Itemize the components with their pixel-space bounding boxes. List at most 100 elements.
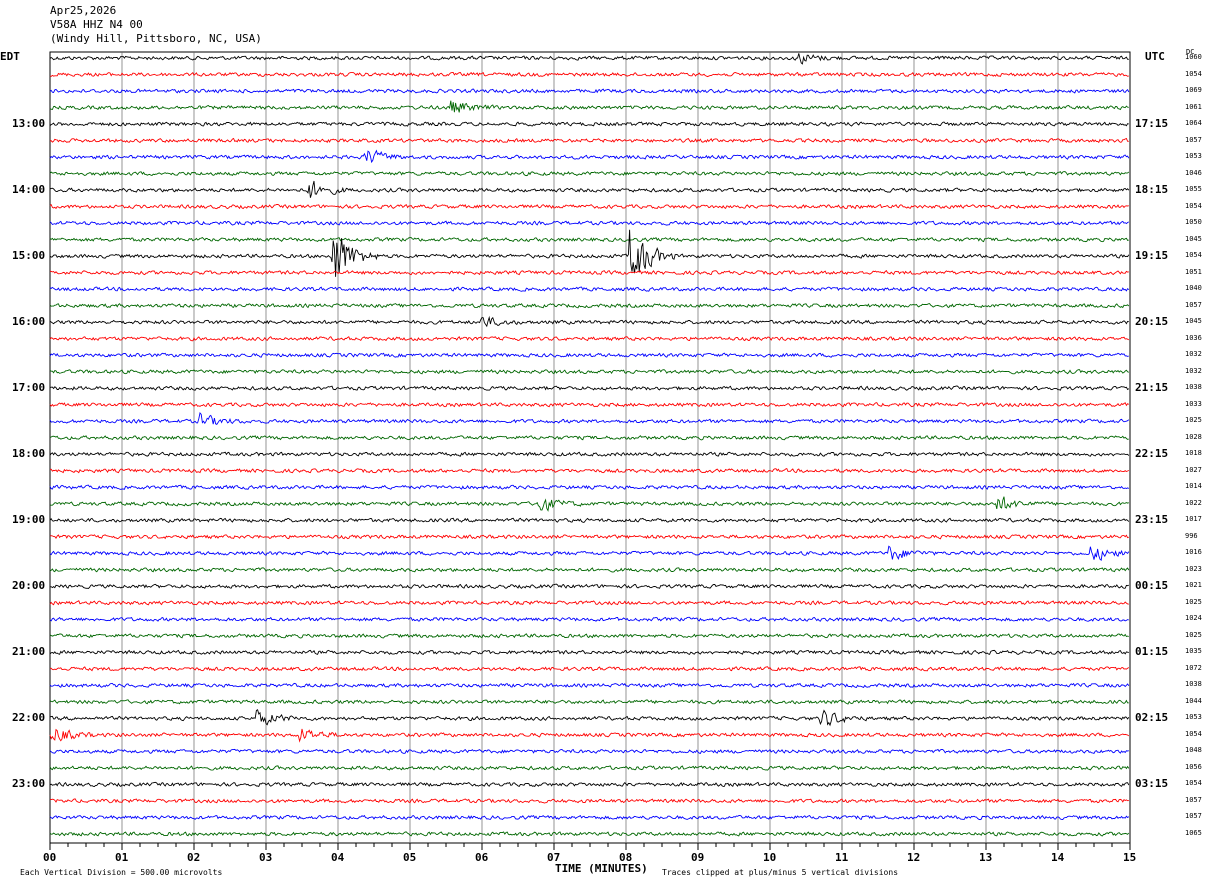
x-tick-label: 04 [331,851,345,864]
x-tick-label: 12 [907,851,921,864]
trace-40 [49,709,1130,727]
trace-41 [49,728,1130,743]
dc-offset-label: 1051 [1185,267,1202,276]
utc-hour-label: 02:15 [1135,711,1169,725]
trace-28 [49,517,1130,523]
dc-offset-label: 1054 [1185,729,1202,738]
trace-10 [49,220,1130,226]
trace-16 [49,315,1129,328]
utc-hour-label: 01:15 [1135,645,1169,659]
dc-offset-label: 1060 [1185,53,1202,61]
edt-hour-label: 13:00 [12,117,46,131]
dc-offset-label: 1018 [1185,449,1202,458]
dc-offset-label: 1053 [1185,713,1202,722]
trace-3 [49,100,1129,113]
trace-27 [49,496,1129,512]
utc-hour-label: 23:15 [1135,513,1169,527]
trace-24 [49,451,1130,457]
trace-13 [49,270,1129,276]
trace-12 [49,229,1130,277]
trace-11 [49,237,1129,243]
utc-hour-label: 22:15 [1135,447,1169,461]
helicorder: Apr25,2026 V58A HHZ N4 00 (Windy Hill, P… [0,0,1210,886]
trace-36 [49,649,1129,655]
trace-19 [49,369,1129,375]
dc-offset-label: 1024 [1185,614,1202,623]
dc-offset-label: 1038 [1185,383,1202,392]
x-tick-label: 15 [1123,851,1137,864]
dc-offset-label: 1046 [1185,168,1202,177]
dc-offset-label: 1023 [1185,564,1202,573]
dc-offset-label: 1054 [1185,779,1202,788]
trace-37 [49,666,1130,672]
dc-offset-label: 1028 [1185,432,1202,441]
dc-offset-label: 1057 [1185,795,1202,804]
edt-hour-label: 19:00 [12,513,46,527]
trace-5 [49,137,1129,144]
trace-32 [49,583,1129,589]
dc-offset-label: 1025 [1185,597,1202,606]
dc-offset-label: 1057 [1185,812,1202,821]
x-tick-label: 11 [835,851,849,864]
trace-47 [49,831,1130,837]
edt-hour-label: 14:00 [12,183,46,197]
dc-offset-label: 1021 [1185,581,1202,590]
scale-note: Each Vertical Division = 500.00 microvol… [20,868,223,877]
edt-hour-label: 18:00 [12,447,46,461]
trace-7 [49,171,1130,177]
dc-offset-label: 1054 [1185,201,1202,210]
dc-offset-label: 1057 [1185,300,1202,309]
dc-offset-label: 1045 [1185,234,1202,243]
x-tick-label: 10 [763,851,777,864]
trace-8 [49,180,1130,198]
dc-offset-label: 1045 [1185,317,1202,326]
trace-9 [49,203,1129,210]
trace-38 [49,682,1130,689]
trace-44 [49,781,1130,788]
utc-hour-label: 18:15 [1135,183,1169,197]
x-tick-label: 13 [979,851,993,864]
dc-offset-label: 1054 [1185,251,1202,260]
edt-hour-label: 23:00 [12,777,46,791]
dc-offset-label: 1022 [1185,498,1202,507]
trace-15 [49,303,1130,309]
utc-hour-label: 19:15 [1135,249,1169,263]
dc-offset-label: 1035 [1185,647,1202,656]
trace-30 [49,545,1130,562]
edt-hour-label: 16:00 [12,315,46,329]
x-tick-label: 01 [115,851,129,864]
utc-hour-label: 21:15 [1135,381,1169,395]
dc-offset-label: 1057 [1185,135,1202,144]
utc-hour-label: 03:15 [1135,777,1169,791]
dc-offset-label: 1064 [1185,119,1202,128]
trace-20 [49,385,1130,391]
plot-frame [49,51,1131,844]
dc-offset-label: 1017 [1185,515,1202,524]
trace-6 [49,149,1130,164]
x-tick-label: 06 [475,851,489,864]
trace-17 [49,336,1130,342]
dc-offset-label: 1016 [1185,548,1202,557]
edt-hour-label: 21:00 [12,645,46,659]
dc-offset-label: 1025 [1185,416,1202,425]
trace-43 [49,765,1130,771]
trace-4 [49,121,1129,127]
trace-31 [49,567,1130,573]
dc-offset-label: 1014 [1185,482,1202,491]
trace-22 [49,412,1130,425]
dc-offset-label: 1055 [1185,185,1202,194]
dc-offset-label: 1054 [1185,69,1202,78]
trace-45 [49,798,1129,804]
trace-21 [49,402,1130,408]
utc-hour-label: 20:15 [1135,315,1169,329]
dc-offset-label: 1038 [1185,680,1202,689]
x-tick-label: 09 [691,851,705,864]
trace-0 [49,53,1129,65]
dc-offset-label: 1025 [1185,630,1202,639]
trace-2 [49,88,1130,94]
dc-offset-label: 996 [1185,531,1198,540]
dc-offset-label: 1036 [1185,333,1202,342]
trace-14 [49,286,1130,292]
trace-34 [49,616,1129,622]
dc-offset-label: 1056 [1185,762,1202,771]
